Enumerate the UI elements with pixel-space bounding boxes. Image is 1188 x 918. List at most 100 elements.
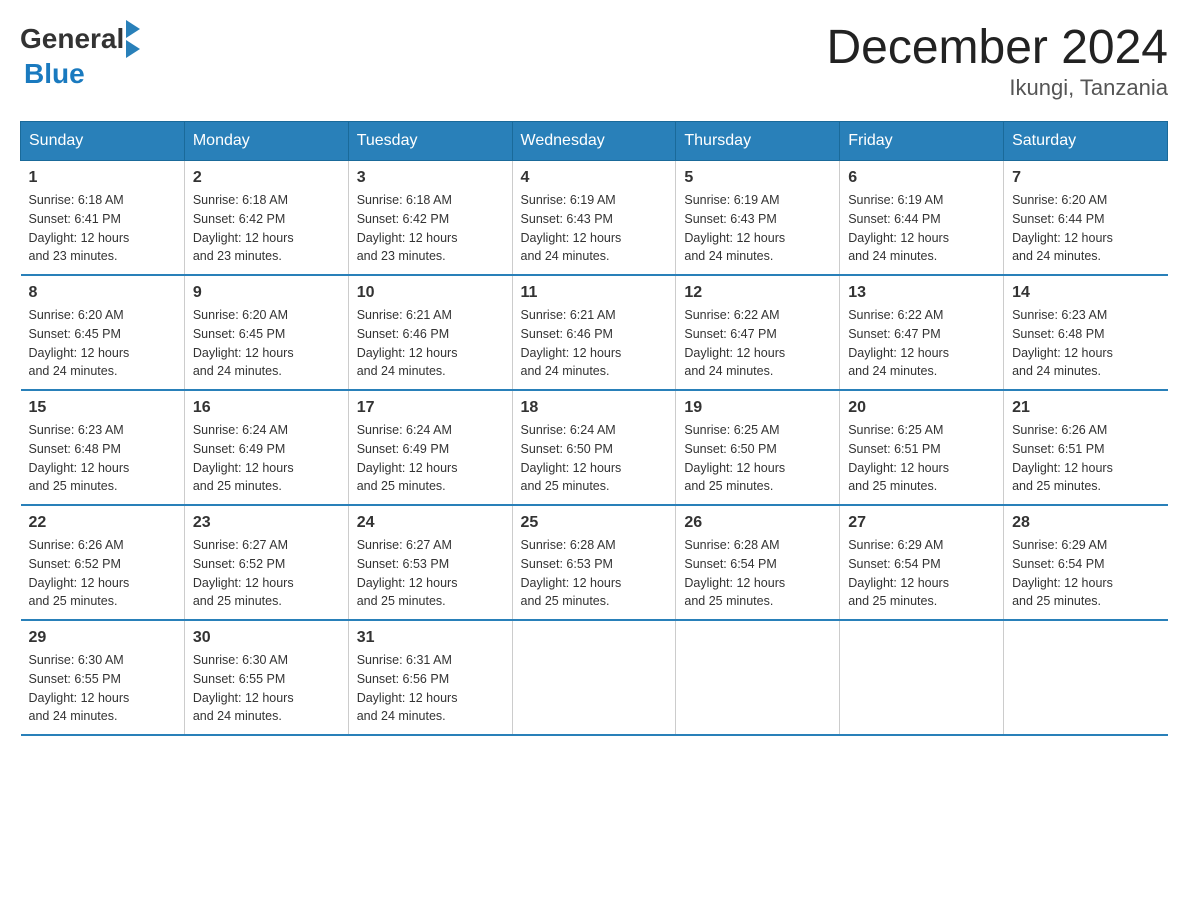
day-info: Sunrise: 6:18 AM Sunset: 6:42 PM Dayligh… — [357, 191, 504, 266]
calendar-cell: 31 Sunrise: 6:31 AM Sunset: 6:56 PM Dayl… — [348, 620, 512, 735]
day-number: 21 — [1012, 399, 1159, 417]
day-info: Sunrise: 6:25 AM Sunset: 6:50 PM Dayligh… — [684, 421, 831, 496]
calendar-header-row: SundayMondayTuesdayWednesdayThursdayFrid… — [21, 122, 1168, 161]
day-info: Sunrise: 6:29 AM Sunset: 6:54 PM Dayligh… — [1012, 536, 1159, 611]
logo-general: General — [20, 23, 124, 55]
day-info: Sunrise: 6:19 AM Sunset: 6:43 PM Dayligh… — [684, 191, 831, 266]
day-number: 5 — [684, 169, 831, 187]
day-info: Sunrise: 6:21 AM Sunset: 6:46 PM Dayligh… — [521, 306, 668, 381]
location: Ikungi, Tanzania — [826, 75, 1168, 101]
day-number: 10 — [357, 284, 504, 302]
calendar-cell: 14 Sunrise: 6:23 AM Sunset: 6:48 PM Dayl… — [1004, 275, 1168, 390]
day-info: Sunrise: 6:27 AM Sunset: 6:53 PM Dayligh… — [357, 536, 504, 611]
day-info: Sunrise: 6:30 AM Sunset: 6:55 PM Dayligh… — [29, 651, 176, 726]
calendar-cell: 20 Sunrise: 6:25 AM Sunset: 6:51 PM Dayl… — [840, 390, 1004, 505]
day-number: 22 — [29, 514, 176, 532]
calendar-cell: 16 Sunrise: 6:24 AM Sunset: 6:49 PM Dayl… — [184, 390, 348, 505]
day-number: 7 — [1012, 169, 1159, 187]
day-number: 19 — [684, 399, 831, 417]
calendar-week-row: 8 Sunrise: 6:20 AM Sunset: 6:45 PM Dayli… — [21, 275, 1168, 390]
calendar-cell: 5 Sunrise: 6:19 AM Sunset: 6:43 PM Dayli… — [676, 161, 840, 276]
calendar-cell: 15 Sunrise: 6:23 AM Sunset: 6:48 PM Dayl… — [21, 390, 185, 505]
calendar-cell: 8 Sunrise: 6:20 AM Sunset: 6:45 PM Dayli… — [21, 275, 185, 390]
day-info: Sunrise: 6:26 AM Sunset: 6:52 PM Dayligh… — [29, 536, 176, 611]
calendar-cell: 22 Sunrise: 6:26 AM Sunset: 6:52 PM Dayl… — [21, 505, 185, 620]
day-number: 8 — [29, 284, 176, 302]
day-number: 26 — [684, 514, 831, 532]
day-info: Sunrise: 6:25 AM Sunset: 6:51 PM Dayligh… — [848, 421, 995, 496]
logo: General Blue — [20, 20, 140, 90]
day-info: Sunrise: 6:24 AM Sunset: 6:49 PM Dayligh… — [357, 421, 504, 496]
day-number: 15 — [29, 399, 176, 417]
calendar-cell: 27 Sunrise: 6:29 AM Sunset: 6:54 PM Dayl… — [840, 505, 1004, 620]
day-info: Sunrise: 6:22 AM Sunset: 6:47 PM Dayligh… — [684, 306, 831, 381]
day-number: 9 — [193, 284, 340, 302]
day-info: Sunrise: 6:26 AM Sunset: 6:51 PM Dayligh… — [1012, 421, 1159, 496]
day-number: 17 — [357, 399, 504, 417]
calendar-cell: 19 Sunrise: 6:25 AM Sunset: 6:50 PM Dayl… — [676, 390, 840, 505]
calendar-cell: 7 Sunrise: 6:20 AM Sunset: 6:44 PM Dayli… — [1004, 161, 1168, 276]
header-tuesday: Tuesday — [348, 122, 512, 161]
day-number: 29 — [29, 629, 176, 647]
calendar-cell — [676, 620, 840, 735]
day-number: 27 — [848, 514, 995, 532]
calendar-cell — [1004, 620, 1168, 735]
calendar-week-row: 1 Sunrise: 6:18 AM Sunset: 6:41 PM Dayli… — [21, 161, 1168, 276]
calendar-cell: 17 Sunrise: 6:24 AM Sunset: 6:49 PM Dayl… — [348, 390, 512, 505]
day-info: Sunrise: 6:21 AM Sunset: 6:46 PM Dayligh… — [357, 306, 504, 381]
day-number: 20 — [848, 399, 995, 417]
calendar-cell — [840, 620, 1004, 735]
header-thursday: Thursday — [676, 122, 840, 161]
calendar-cell: 11 Sunrise: 6:21 AM Sunset: 6:46 PM Dayl… — [512, 275, 676, 390]
day-info: Sunrise: 6:29 AM Sunset: 6:54 PM Dayligh… — [848, 536, 995, 611]
day-number: 1 — [29, 169, 176, 187]
day-number: 2 — [193, 169, 340, 187]
day-number: 11 — [521, 284, 668, 302]
day-number: 23 — [193, 514, 340, 532]
day-info: Sunrise: 6:19 AM Sunset: 6:43 PM Dayligh… — [521, 191, 668, 266]
day-info: Sunrise: 6:20 AM Sunset: 6:45 PM Dayligh… — [29, 306, 176, 381]
day-info: Sunrise: 6:19 AM Sunset: 6:44 PM Dayligh… — [848, 191, 995, 266]
calendar-cell: 23 Sunrise: 6:27 AM Sunset: 6:52 PM Dayl… — [184, 505, 348, 620]
calendar-cell: 13 Sunrise: 6:22 AM Sunset: 6:47 PM Dayl… — [840, 275, 1004, 390]
day-number: 31 — [357, 629, 504, 647]
day-info: Sunrise: 6:22 AM Sunset: 6:47 PM Dayligh… — [848, 306, 995, 381]
calendar-cell: 28 Sunrise: 6:29 AM Sunset: 6:54 PM Dayl… — [1004, 505, 1168, 620]
day-info: Sunrise: 6:28 AM Sunset: 6:54 PM Dayligh… — [684, 536, 831, 611]
page-header: General Blue December 2024 Ikungi, Tanza… — [20, 20, 1168, 101]
header-friday: Friday — [840, 122, 1004, 161]
day-info: Sunrise: 6:23 AM Sunset: 6:48 PM Dayligh… — [1012, 306, 1159, 381]
day-number: 28 — [1012, 514, 1159, 532]
calendar-cell: 1 Sunrise: 6:18 AM Sunset: 6:41 PM Dayli… — [21, 161, 185, 276]
day-number: 18 — [521, 399, 668, 417]
header-monday: Monday — [184, 122, 348, 161]
day-number: 14 — [1012, 284, 1159, 302]
day-info: Sunrise: 6:18 AM Sunset: 6:42 PM Dayligh… — [193, 191, 340, 266]
calendar-cell: 30 Sunrise: 6:30 AM Sunset: 6:55 PM Dayl… — [184, 620, 348, 735]
day-number: 6 — [848, 169, 995, 187]
day-info: Sunrise: 6:28 AM Sunset: 6:53 PM Dayligh… — [521, 536, 668, 611]
calendar-cell: 2 Sunrise: 6:18 AM Sunset: 6:42 PM Dayli… — [184, 161, 348, 276]
calendar-table: SundayMondayTuesdayWednesdayThursdayFrid… — [20, 121, 1168, 736]
header-sunday: Sunday — [21, 122, 185, 161]
day-info: Sunrise: 6:31 AM Sunset: 6:56 PM Dayligh… — [357, 651, 504, 726]
calendar-cell: 21 Sunrise: 6:26 AM Sunset: 6:51 PM Dayl… — [1004, 390, 1168, 505]
day-number: 25 — [521, 514, 668, 532]
calendar-cell: 10 Sunrise: 6:21 AM Sunset: 6:46 PM Dayl… — [348, 275, 512, 390]
calendar-cell: 18 Sunrise: 6:24 AM Sunset: 6:50 PM Dayl… — [512, 390, 676, 505]
calendar-cell — [512, 620, 676, 735]
calendar-week-row: 29 Sunrise: 6:30 AM Sunset: 6:55 PM Dayl… — [21, 620, 1168, 735]
day-number: 30 — [193, 629, 340, 647]
calendar-week-row: 22 Sunrise: 6:26 AM Sunset: 6:52 PM Dayl… — [21, 505, 1168, 620]
day-info: Sunrise: 6:30 AM Sunset: 6:55 PM Dayligh… — [193, 651, 340, 726]
calendar-cell: 25 Sunrise: 6:28 AM Sunset: 6:53 PM Dayl… — [512, 505, 676, 620]
day-info: Sunrise: 6:20 AM Sunset: 6:45 PM Dayligh… — [193, 306, 340, 381]
calendar-cell: 24 Sunrise: 6:27 AM Sunset: 6:53 PM Dayl… — [348, 505, 512, 620]
day-info: Sunrise: 6:20 AM Sunset: 6:44 PM Dayligh… — [1012, 191, 1159, 266]
calendar-cell: 12 Sunrise: 6:22 AM Sunset: 6:47 PM Dayl… — [676, 275, 840, 390]
logo-blue: Blue — [24, 58, 85, 90]
day-info: Sunrise: 6:24 AM Sunset: 6:49 PM Dayligh… — [193, 421, 340, 496]
day-number: 16 — [193, 399, 340, 417]
calendar-cell: 6 Sunrise: 6:19 AM Sunset: 6:44 PM Dayli… — [840, 161, 1004, 276]
calendar-week-row: 15 Sunrise: 6:23 AM Sunset: 6:48 PM Dayl… — [21, 390, 1168, 505]
